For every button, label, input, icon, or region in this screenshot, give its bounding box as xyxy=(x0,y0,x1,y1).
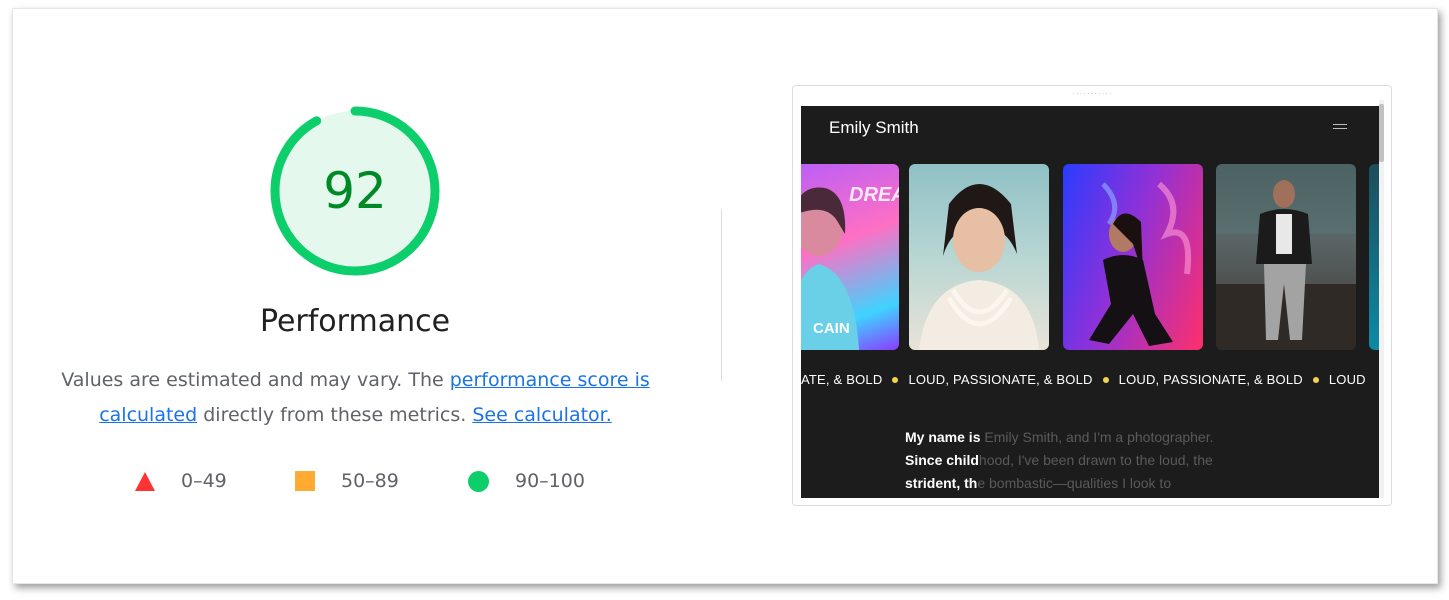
legend-label-average: 50–89 xyxy=(341,470,399,492)
legend-label-pass: 90–100 xyxy=(515,470,585,492)
see-calculator-link[interactable]: See calculator. xyxy=(472,404,611,426)
portrait-figure-icon xyxy=(1089,181,1192,346)
bullet-dot-icon xyxy=(892,376,899,383)
circle-icon xyxy=(468,470,489,492)
bio-line: strident, the bombastic—qualities I look… xyxy=(905,475,1172,491)
portrait-figure-icon xyxy=(1216,164,1356,350)
photo-text-top: DREA xyxy=(849,184,899,206)
bio-line: My name is Emily Smith, and I'm a photog… xyxy=(905,429,1214,445)
gallery-photo xyxy=(1063,164,1203,350)
legend-label-fail: 0–49 xyxy=(181,470,227,492)
legend-pass: 90–100 xyxy=(468,469,585,493)
performance-card: 92 Performance Values are estimated and … xyxy=(12,8,1438,584)
square-icon xyxy=(295,471,315,491)
marquee-text: LOUD xyxy=(1328,372,1366,387)
bullet-dot-icon xyxy=(1312,376,1319,383)
marquee-text: LOUD, PASSIONATE, & BOLD xyxy=(1118,372,1303,387)
score-description: Values are estimated and may vary. The p… xyxy=(53,363,658,433)
score-gauge: 92 xyxy=(267,103,443,279)
triangle-icon xyxy=(135,471,155,491)
category-title: Performance xyxy=(259,304,451,339)
marquee-text: ATE, & BOLD xyxy=(801,372,883,387)
screenshot-browser-bar: · · · · · · · · · · · xyxy=(1072,91,1112,97)
photo-text-bottom: CAIN xyxy=(813,320,850,337)
screenshot-page: Emily Smith DREA CAIN xyxy=(801,106,1379,498)
gallery-photo: DREA CAIN xyxy=(801,164,899,350)
marquee-text: LOUD, PASSIONATE, & BOLD xyxy=(908,372,1093,387)
description-prefix: Values are estimated and may vary. The xyxy=(61,369,450,391)
portrait-figure-icon xyxy=(919,184,1039,350)
hamburger-menu-icon xyxy=(1333,124,1347,130)
bio-line: Since childhood, I've been drawn to the … xyxy=(905,452,1213,468)
site-name: Emily Smith xyxy=(829,118,919,137)
divider xyxy=(721,209,722,381)
bio-paragraph: My name is Emily Smith, and I'm a photog… xyxy=(905,426,1285,495)
final-screenshot[interactable]: · · · · · · · · · · · Emily Smith DREA C… xyxy=(792,85,1392,506)
gallery-photo xyxy=(1216,164,1356,350)
screenshot-scrollbar[interactable] xyxy=(1379,100,1384,498)
gallery-photo xyxy=(1369,164,1379,350)
description-middle: directly from these metrics. xyxy=(197,404,473,426)
gallery-photo xyxy=(909,164,1049,350)
legend-average: 50–89 xyxy=(295,469,399,493)
score-value: 92 xyxy=(323,162,387,220)
legend-fail: 0–49 xyxy=(135,469,227,493)
marquee-banner: ATE, & BOLD LOUD, PASSIONATE, & BOLD LOUD,… xyxy=(801,372,1379,387)
bullet-dot-icon xyxy=(1102,376,1109,383)
